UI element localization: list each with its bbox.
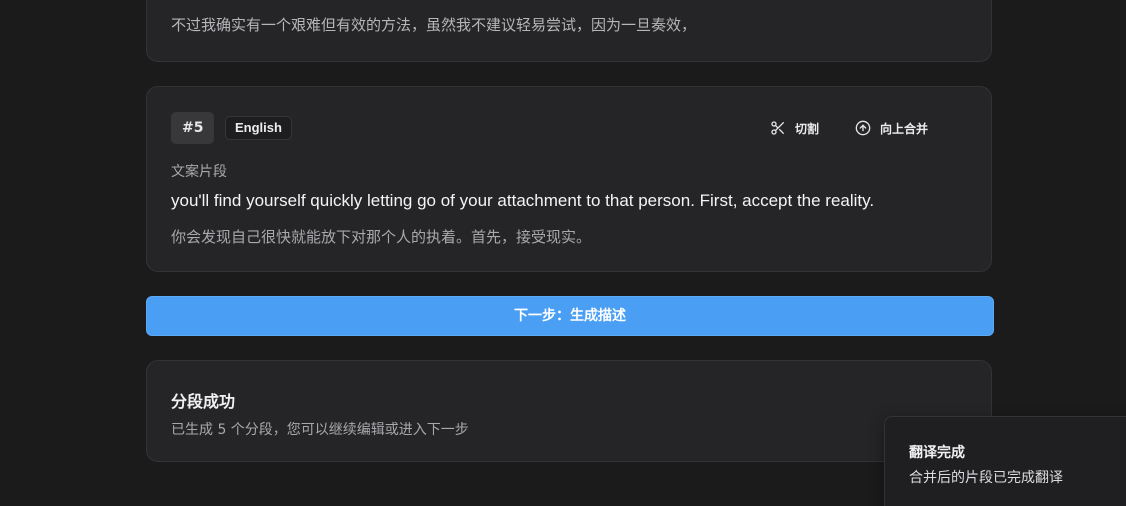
merge-up-button-label: 向上合并 [880,121,929,136]
segment-card: #5 English 切割 向上合并 文案片段 you'll find your… [146,86,992,272]
translation-complete-toast[interactable]: 翻译完成 合并后的片段已完成翻译 [884,416,1126,506]
segment-index-badge: #5 [171,112,215,144]
segment-header: #5 English 切割 向上合并 [171,112,967,144]
success-title: 分段成功 [171,392,236,411]
toast-title: 翻译完成 [909,445,965,461]
segment-original-text: you'll find yourself quickly letting go … [171,191,875,210]
arrow-up-circle-icon [855,120,871,136]
toast-message: 合并后的片段已完成翻译 [909,470,1063,486]
page: 不过我确实有一个艰难但有效的方法，虽然我不建议轻易尝试，因为一旦奏效， #5 E… [0,0,1126,506]
next-step-button[interactable]: 下一步：生成描述 [146,296,994,336]
cut-button[interactable]: 切割 [770,118,819,138]
cut-button-label: 切割 [795,121,820,136]
segmentation-success-card: 分段成功 已生成 5 个分段，您可以继续编辑或进入下一步 [146,360,992,462]
scissors-icon [770,120,786,136]
previous-segment-card: 不过我确实有一个艰难但有效的方法，虽然我不建议轻易尝试，因为一旦奏效， [146,0,992,62]
language-tag: English [225,116,292,140]
merge-up-button[interactable]: 向上合并 [855,118,928,138]
previous-segment-translation: 不过我确实有一个艰难但有效的方法，虽然我不建议轻易尝试，因为一旦奏效， [171,16,697,34]
success-description: 已生成 5 个分段，您可以继续编辑或进入下一步 [171,422,469,438]
segment-translated-text: 你会发现自己很快就能放下对那个人的执着。首先，接受现实。 [171,228,592,246]
segment-field-label: 文案片段 [171,164,227,180]
